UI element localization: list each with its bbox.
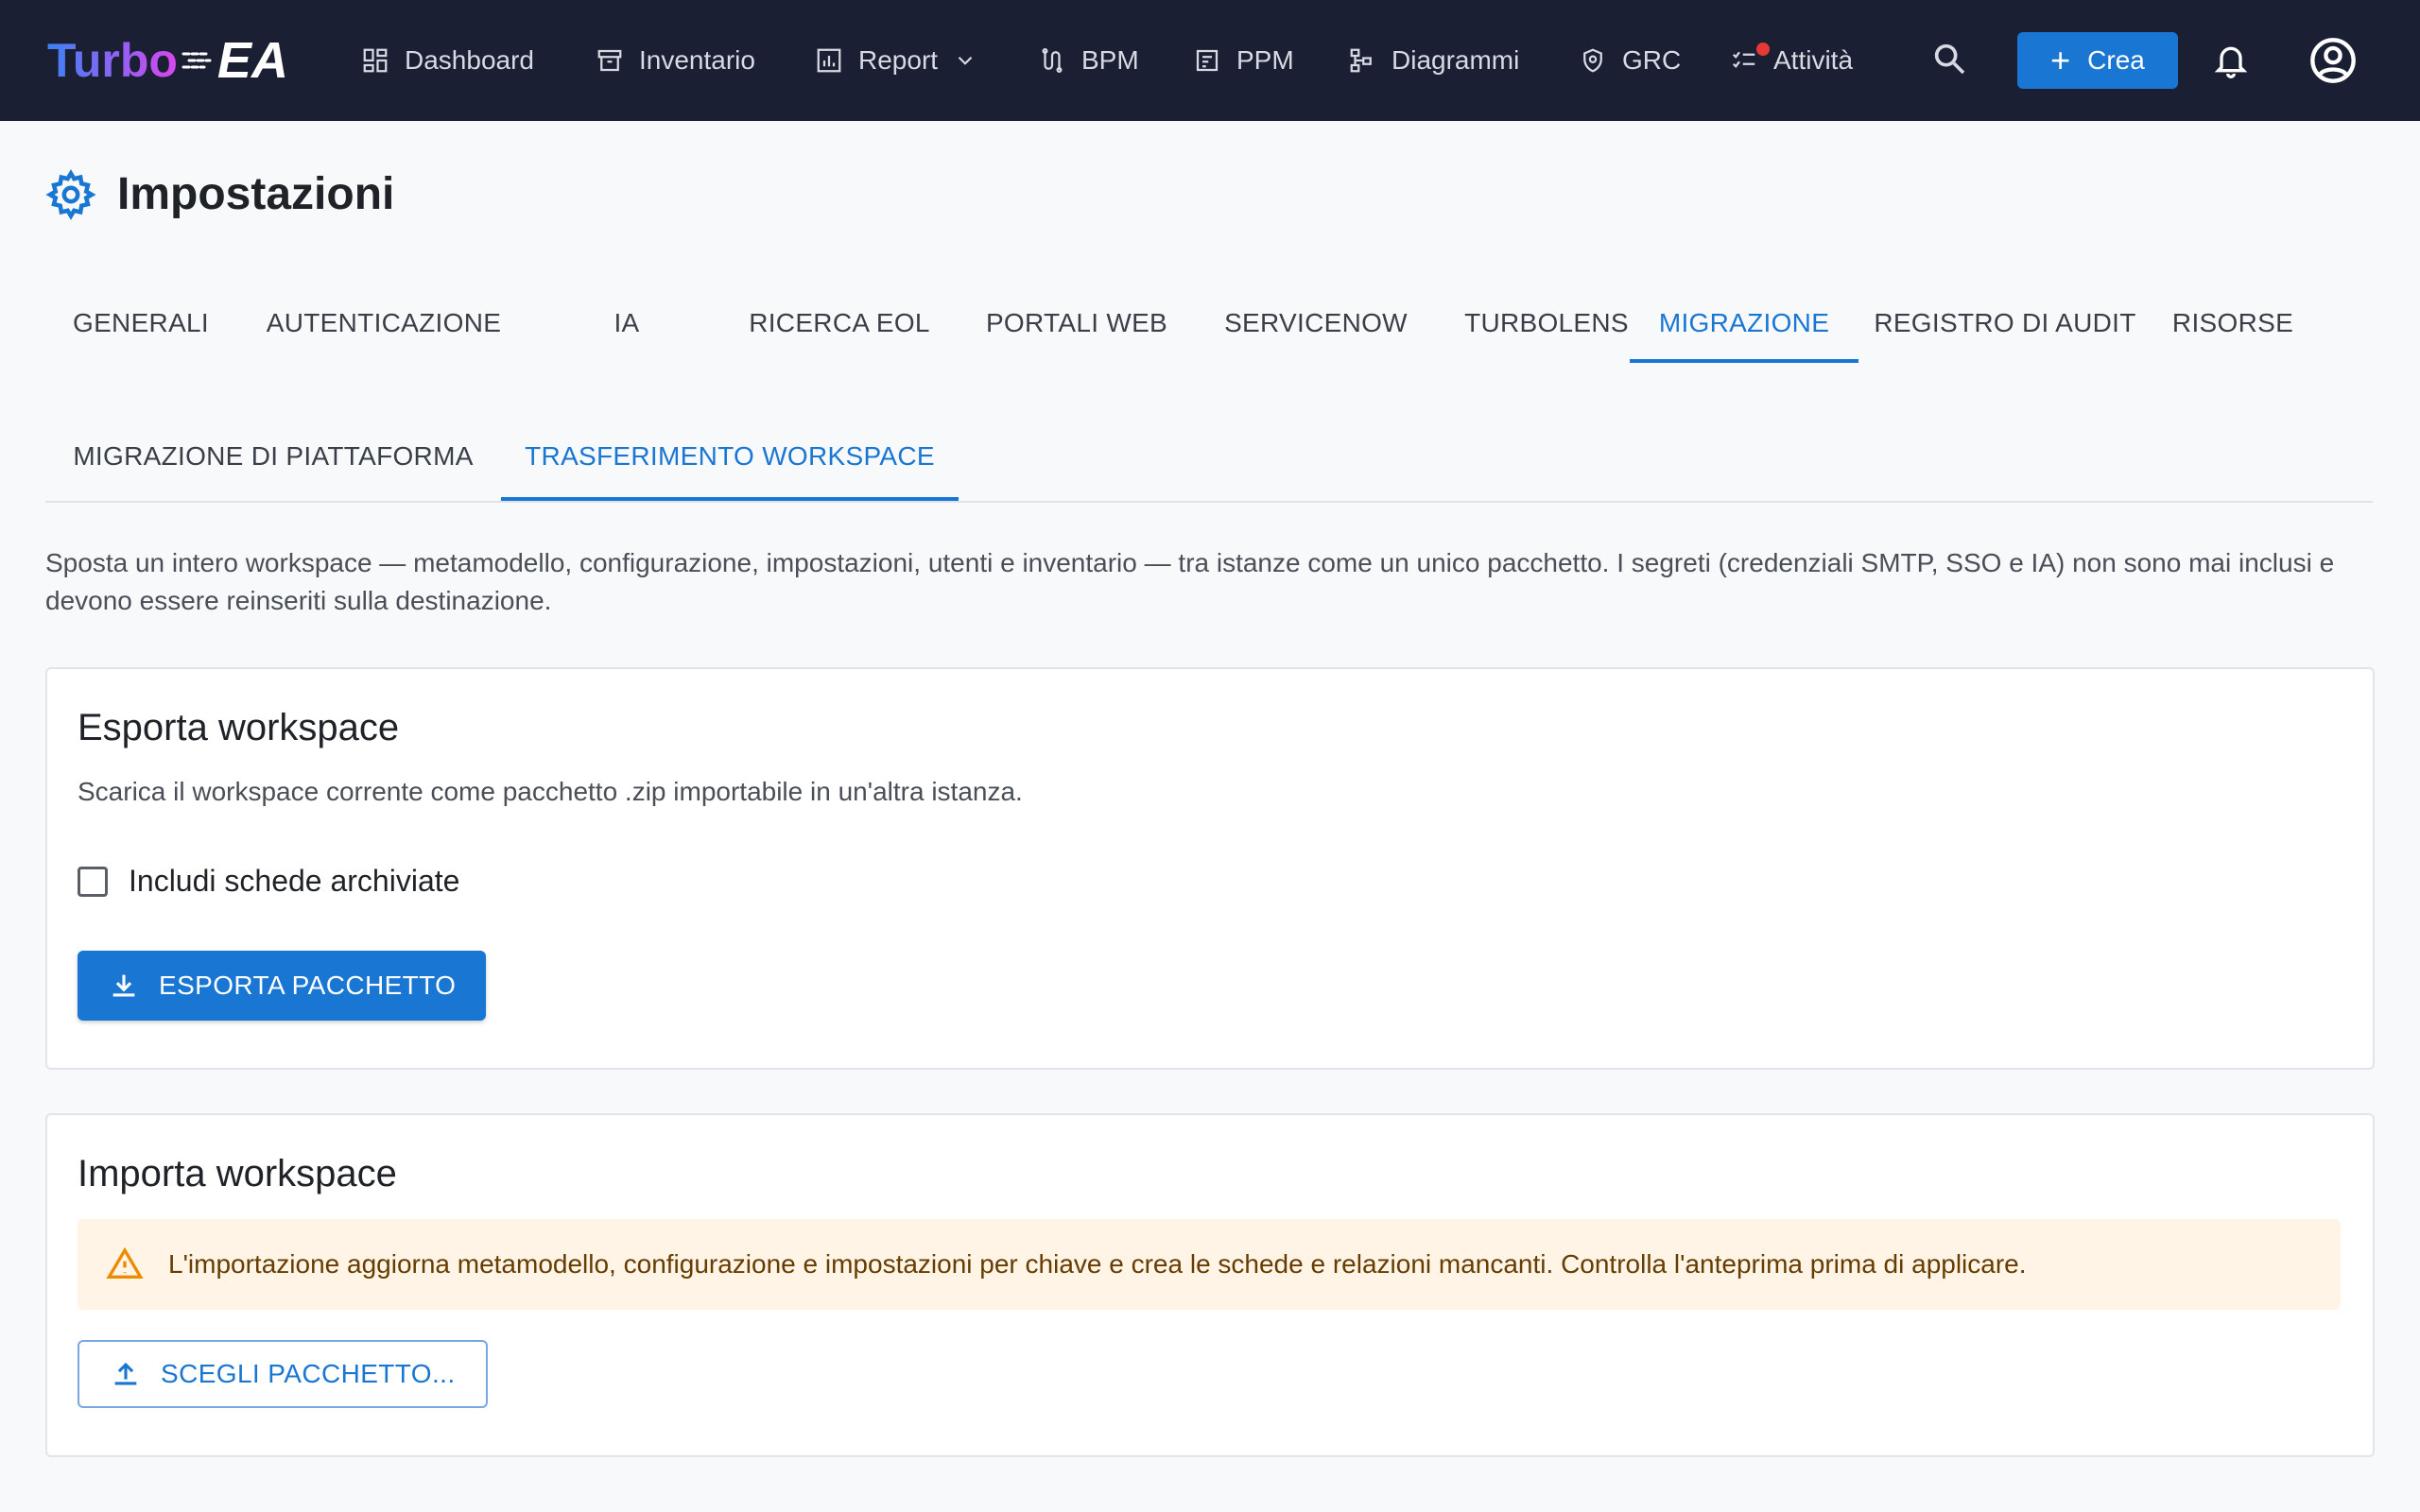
choose-package-label: SCEGLI PACCHETTO... [161,1359,456,1388]
download-icon [112,974,135,997]
turboea-logo[interactable]: Turbo EA [47,28,288,93]
page-title: Impostazioni [117,169,395,219]
nav-item-label: PPM [1236,45,1294,75]
nav-item-label: Dashboard [405,45,534,75]
nav-item-inventario[interactable]: Inventario [596,36,755,85]
ppm-icon [1196,49,1219,72]
tab-label: RISORSE [2171,308,2294,337]
subtab-migrazione-di-piattaforma[interactable]: MIGRAZIONE DI PIATTAFORMA [45,414,501,499]
import-warning-alert: L'importazione aggiorna metamodello, con… [78,1219,2341,1310]
shield-icon [1583,48,1602,73]
tab-label: MIGRAZIONE [1658,308,1830,337]
bell-icon[interactable] [2212,38,2250,81]
nav-item-ppm[interactable]: PPM [1193,36,1294,85]
tab-autenticazione[interactable]: AUTENTICAZIONE [236,284,531,363]
export-card-subtitle: Scarica il workspace corrente come pacch… [78,777,1023,806]
tab-generali[interactable]: GENERALI [45,284,236,363]
create-button[interactable]: + Crea [2017,32,2178,89]
nav-item-bpm[interactable]: BPM [1038,36,1139,85]
create-button-label: Crea [2087,45,2145,75]
page-header: Impostazioni [45,168,394,220]
include-archived-checkbox-row[interactable]: Includi schede archiviate [78,864,459,899]
warning-icon [106,1246,144,1279]
tab-label: REGISTRO DI AUDIT [1874,308,2136,337]
upload-icon [114,1362,137,1385]
tab-label: PORTALI WEB [985,308,1168,337]
include-archived-checkbox[interactable] [78,866,108,897]
nav-item-label: Report [858,45,939,75]
tab-ia[interactable]: IA [531,284,722,363]
tab-label: TURBOLENS [1464,308,1629,337]
logo-text-ea: EA [216,32,288,89]
nav-item-label: Diagrammi [1392,45,1520,75]
import-workspace-card: Importa workspace L'importazione aggiorn… [45,1113,2375,1457]
section-description: Sposta un intero workspace — metamodello… [45,548,2335,615]
diagram-icon [1350,48,1372,73]
bpm-icon [1042,48,1063,73]
subtab-label: MIGRAZIONE DI PIATTAFORMA [73,441,474,471]
subtab-label: TRASFERIMENTO WORKSPACE [525,441,935,471]
dashboard-icon [363,48,388,73]
tab-portali-web[interactable]: PORTALI WEB [957,284,1197,363]
nav-item-diagrammi[interactable]: Diagrammi [1348,36,1519,85]
logo-speed-lines-icon [182,52,212,69]
export-package-button[interactable]: ESPORTA PACCHETTO [78,951,487,1021]
nav-item-label: GRC [1622,45,1682,75]
report-icon [817,48,841,73]
include-archived-label: Includi schede archiviate [129,864,460,898]
nav-item-label: BPM [1081,45,1139,75]
nav-item-grc[interactable]: GRC [1579,36,1681,85]
export-card-title: Esporta workspace [78,707,400,748]
choose-package-button[interactable]: SCEGLI PACCHETTO... [78,1340,488,1408]
tab-label: RICERCA EOL [749,308,930,337]
logo-text-turbo: Turbo [47,34,178,87]
nav-item-label: Attività [1773,45,1854,75]
settings-tabs: GENERALI AUTENTICAZIONE IA RICERCA EOL P… [45,284,2371,363]
chevron-down-icon [958,56,973,65]
account-icon[interactable] [2308,36,2358,85]
tab-label: AUTENTICAZIONE [266,308,502,337]
inventory-icon [597,49,622,72]
nav-item-report[interactable]: Report [815,36,977,85]
tab-turbolens[interactable]: TURBOLENS [1435,284,1658,363]
tab-label: SERVICENOW [1224,308,1408,337]
migration-subtabs: MIGRAZIONE DI PIATTAFORMA TRASFERIMENTO … [45,414,2373,503]
gear-icon [45,168,96,220]
tab-label: GENERALI [73,308,209,337]
search-icon[interactable] [1930,40,1968,77]
tab-risorse[interactable]: RISORSE [2152,284,2314,363]
nav-item-attivita[interactable]: Attività [1730,36,1853,85]
tab-label: IA [614,308,640,337]
tasks-icon [1732,51,1755,68]
import-card-title: Importa workspace [78,1153,397,1194]
subtab-trasferimento-workspace[interactable]: TRASFERIMENTO WORKSPACE [501,414,959,501]
notification-dot [1756,43,1770,56]
top-navigation-bar: Turbo EA Dashboard Inventario Report BPM [0,0,2420,121]
tab-registro-di-audit[interactable]: REGISTRO DI AUDIT [1858,284,2152,363]
export-button-label: ESPORTA PACCHETTO [159,971,457,1000]
tab-ricerca-eol[interactable]: RICERCA EOL [722,284,957,363]
tab-servicenow[interactable]: SERVICENOW [1197,284,1435,363]
import-warning-text: L'importazione aggiorna metamodello, con… [168,1249,2027,1279]
plus-icon: + [2050,41,2071,79]
tab-migrazione[interactable]: MIGRAZIONE [1630,284,1858,363]
nav-item-label: Inventario [639,45,755,75]
nav-item-dashboard[interactable]: Dashboard [361,36,534,85]
export-workspace-card: Esporta workspace Scarica il workspace c… [45,667,2375,1070]
